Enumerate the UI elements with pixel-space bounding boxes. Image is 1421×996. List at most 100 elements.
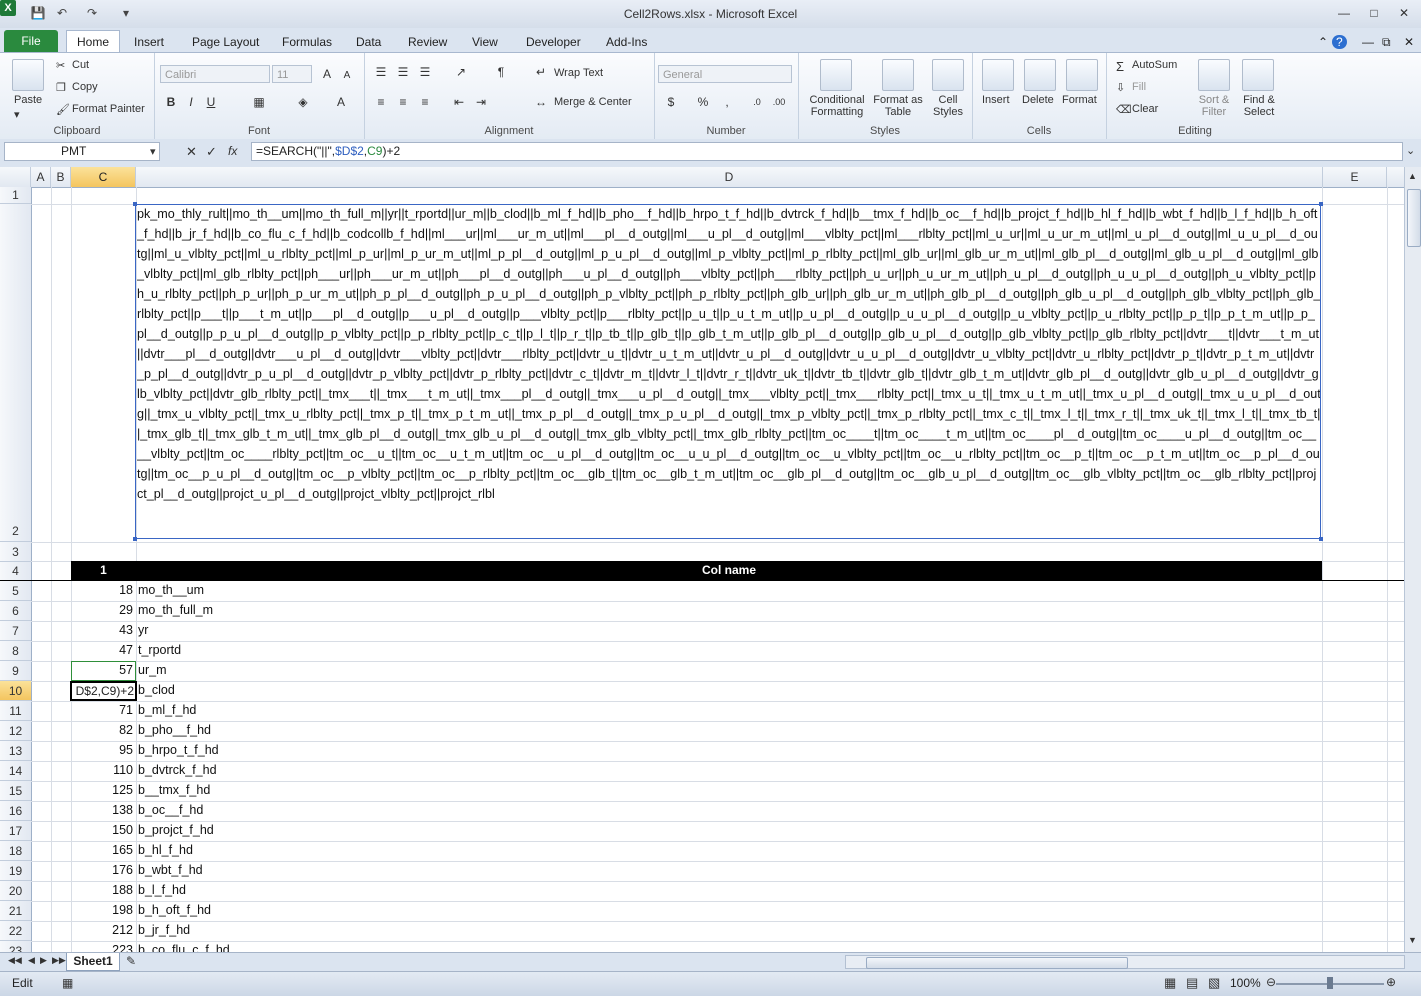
cell-c11[interactable]: 71 — [71, 703, 133, 717]
normal-view-icon[interactable]: ▦ — [1164, 975, 1176, 991]
cell-c13[interactable]: 95 — [71, 743, 133, 757]
insert-cells-button[interactable]: Insert — [982, 94, 1010, 106]
delete-cells-button[interactable]: Delete — [1022, 94, 1054, 106]
fill-button[interactable]: Fill — [1132, 81, 1146, 93]
row-header[interactable]: 7 — [0, 621, 31, 641]
shrink-font-icon[interactable]: A — [338, 67, 356, 85]
cell-d7[interactable]: yr — [138, 623, 148, 637]
wrap-text-button[interactable]: Wrap Text — [554, 67, 603, 79]
cell-c17[interactable]: 150 — [71, 823, 133, 837]
tab-data[interactable]: Data — [350, 32, 387, 52]
format-painter-icon[interactable]: 🖌 — [56, 103, 70, 116]
first-sheet-icon[interactable]: ◀◀ — [8, 955, 22, 966]
font-color-icon[interactable]: A — [332, 93, 350, 111]
zoom-in-icon[interactable]: ⊕ — [1386, 975, 1396, 989]
sort-filter-button[interactable]: Sort & Filter — [1194, 94, 1234, 118]
zoom-slider-knob[interactable] — [1327, 977, 1333, 989]
row-header[interactable]: 9 — [0, 661, 31, 681]
merge-center-button[interactable]: Merge & Center — [554, 96, 632, 108]
cell-d21[interactable]: b_h_oft_f_hd — [138, 903, 211, 917]
row-header[interactable]: 6 — [0, 601, 31, 621]
increase-decimal-icon[interactable]: .0 — [748, 93, 766, 111]
number-format-combo[interactable]: General — [658, 65, 792, 83]
cell-c19[interactable]: 176 — [71, 863, 133, 877]
cell-d10[interactable]: b_clod — [138, 683, 175, 697]
name-box[interactable]: PMT — [4, 142, 160, 161]
borders-icon[interactable]: ▦ — [250, 93, 268, 111]
format-cells-icon[interactable] — [1066, 59, 1098, 91]
row-header[interactable]: 19 — [0, 861, 31, 881]
row-header[interactable]: 4 — [0, 562, 31, 581]
cut-button[interactable]: Cut — [72, 59, 89, 71]
find-select-button[interactable]: Find & Select — [1238, 94, 1280, 118]
merge-center-icon[interactable]: ↔ — [532, 93, 550, 111]
cell-styles-button[interactable]: Cell Styles — [928, 94, 968, 118]
row-header[interactable]: 23 — [0, 941, 31, 952]
text-direction-icon[interactable]: ¶ — [492, 63, 510, 81]
row-header[interactable]: 13 — [0, 741, 31, 761]
tab-file[interactable]: File — [4, 30, 58, 52]
close-button[interactable]: ✕ — [1390, 4, 1418, 22]
cell-d2[interactable]: pk_mo_thly_rult||mo_th__um||mo_th_full_m… — [137, 204, 1321, 538]
paste-dropdown-icon[interactable]: ▾ — [14, 108, 20, 121]
align-bottom-icon[interactable]: ☰ — [416, 63, 434, 81]
cell-d20[interactable]: b_l_f_hd — [138, 883, 186, 897]
cell-c12[interactable]: 82 — [71, 723, 133, 737]
select-all-corner[interactable] — [0, 167, 31, 187]
italic-icon[interactable]: I — [182, 93, 200, 111]
cell-c10-editing[interactable]: D$2,C9)+2 — [70, 681, 137, 701]
increase-indent-icon[interactable]: ⇥ — [472, 93, 490, 111]
page-break-view-icon[interactable]: ▧ — [1208, 975, 1220, 991]
cell-c6[interactable]: 29 — [71, 603, 133, 617]
cell-d6[interactable]: mo_th_full_m — [138, 603, 213, 617]
worksheet-grid[interactable]: A B C D E 1 2 3 4 5 6 7 8 9 10 11 12 13 … — [0, 167, 1404, 952]
font-name-combo[interactable]: Calibri — [160, 65, 270, 83]
fill-color-icon[interactable]: ◈ — [294, 93, 312, 111]
cell-c5[interactable]: 18 — [71, 583, 133, 597]
currency-icon[interactable]: $ — [662, 93, 680, 111]
tab-review[interactable]: Review — [402, 32, 453, 52]
row-header[interactable]: 10 — [0, 681, 31, 701]
paste-icon[interactable] — [12, 59, 44, 91]
format-as-table-button[interactable]: Format as Table — [872, 94, 924, 118]
row-header[interactable]: 15 — [0, 781, 31, 801]
align-right-icon[interactable]: ≡ — [416, 93, 434, 111]
cell-d9[interactable]: ur_m — [138, 663, 166, 677]
autosum-icon[interactable]: Σ — [1116, 59, 1124, 74]
sheet-tab-sheet1[interactable]: Sheet1 — [66, 953, 120, 971]
header-cell-d4[interactable]: Col name — [136, 561, 1322, 580]
grow-font-icon[interactable]: A — [318, 65, 336, 83]
last-sheet-icon[interactable]: ▶▶ — [52, 955, 66, 966]
row-header[interactable]: 5 — [0, 581, 31, 601]
ribbon-minimize-icon[interactable]: ⌃ — [1312, 32, 1334, 52]
bold-icon[interactable]: B — [162, 93, 180, 111]
cut-icon[interactable]: ✂ — [56, 59, 65, 72]
comma-icon[interactable]: , — [718, 93, 736, 111]
maximize-button[interactable]: □ — [1360, 4, 1388, 22]
cell-d13[interactable]: b_hrpo_t_f_hd — [138, 743, 219, 757]
scroll-down-icon[interactable]: ▼ — [1408, 935, 1417, 945]
zoom-out-icon[interactable]: ⊖ — [1266, 975, 1276, 989]
cell-d5[interactable]: mo_th__um — [138, 583, 204, 597]
name-box-dropdown-icon[interactable]: ▾ — [150, 145, 156, 158]
next-sheet-icon[interactable]: ▶ — [40, 955, 47, 966]
minimize-button[interactable]: — — [1330, 4, 1358, 22]
cell-d18[interactable]: b_hl_f_hd — [138, 843, 193, 857]
wrap-text-icon[interactable]: ↵ — [532, 63, 550, 81]
cell-d16[interactable]: b_oc__f_hd — [138, 803, 203, 817]
row-header[interactable]: 3 — [0, 542, 31, 562]
cell-d23[interactable]: b_co_flu_c_f_hd — [138, 943, 230, 952]
insert-sheet-icon[interactable]: ✎ — [126, 954, 136, 968]
cell-c21[interactable]: 198 — [71, 903, 133, 917]
row-header[interactable]: 11 — [0, 701, 31, 721]
row-header[interactable]: 12 — [0, 721, 31, 741]
cell-c22[interactable]: 212 — [71, 923, 133, 937]
horizontal-scrollbar[interactable] — [845, 955, 1405, 969]
cell-d15[interactable]: b__tmx_f_hd — [138, 783, 210, 797]
conditional-formatting-icon[interactable] — [820, 59, 852, 91]
cell-d17[interactable]: b_projct_f_hd — [138, 823, 214, 837]
tab-add-ins[interactable]: Add-Ins — [600, 32, 653, 52]
scroll-up-icon[interactable]: ▲ — [1408, 171, 1417, 181]
tab-view[interactable]: View — [466, 32, 504, 52]
align-left-icon[interactable]: ≡ — [372, 93, 390, 111]
